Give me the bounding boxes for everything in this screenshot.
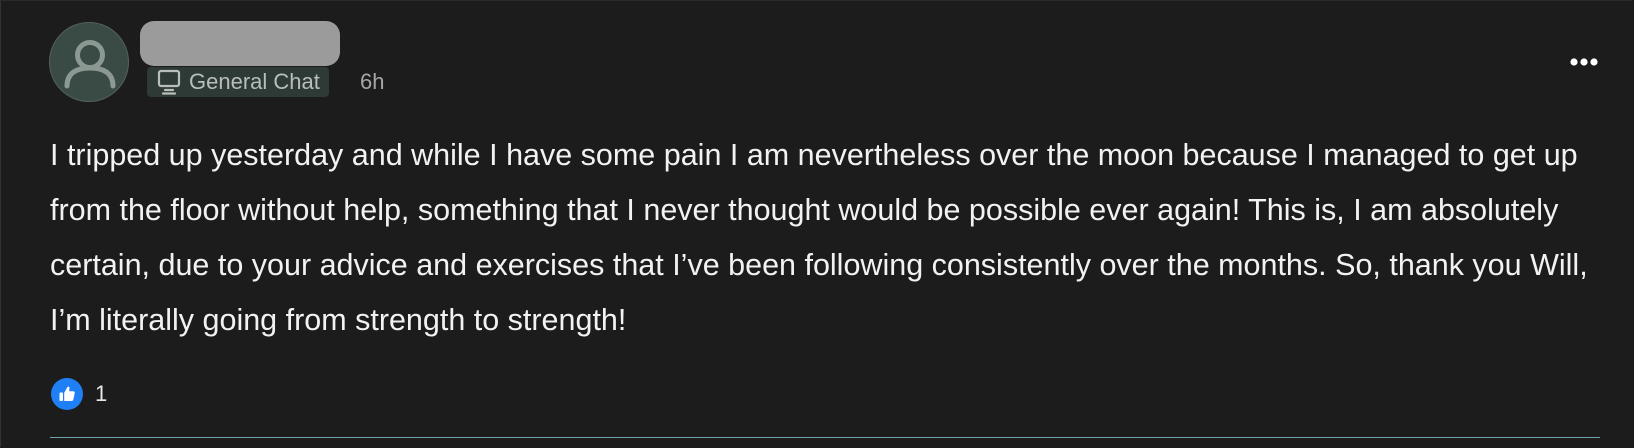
- channel-chip[interactable]: General Chat: [147, 67, 329, 97]
- user-silhouette-icon: [64, 40, 116, 89]
- like-reaction[interactable]: 1: [51, 378, 107, 410]
- channel-label: General Chat: [189, 69, 320, 94]
- thumbs-up-icon: [51, 378, 83, 410]
- like-count: 1: [95, 381, 108, 406]
- avatar[interactable]: [49, 22, 129, 102]
- ellipsis-icon: [1570, 58, 1598, 66]
- divider: [50, 437, 1600, 438]
- more-options-button[interactable]: [1561, 47, 1607, 77]
- post-card: General Chat 6h I tripped up yesterday a…: [0, 0, 1632, 447]
- post-timestamp: 6h: [360, 69, 385, 94]
- monitor-icon: [157, 69, 181, 95]
- author-name-redacted[interactable]: [140, 21, 340, 66]
- post-body: I tripped up yesterday and while I have …: [50, 138, 1588, 337]
